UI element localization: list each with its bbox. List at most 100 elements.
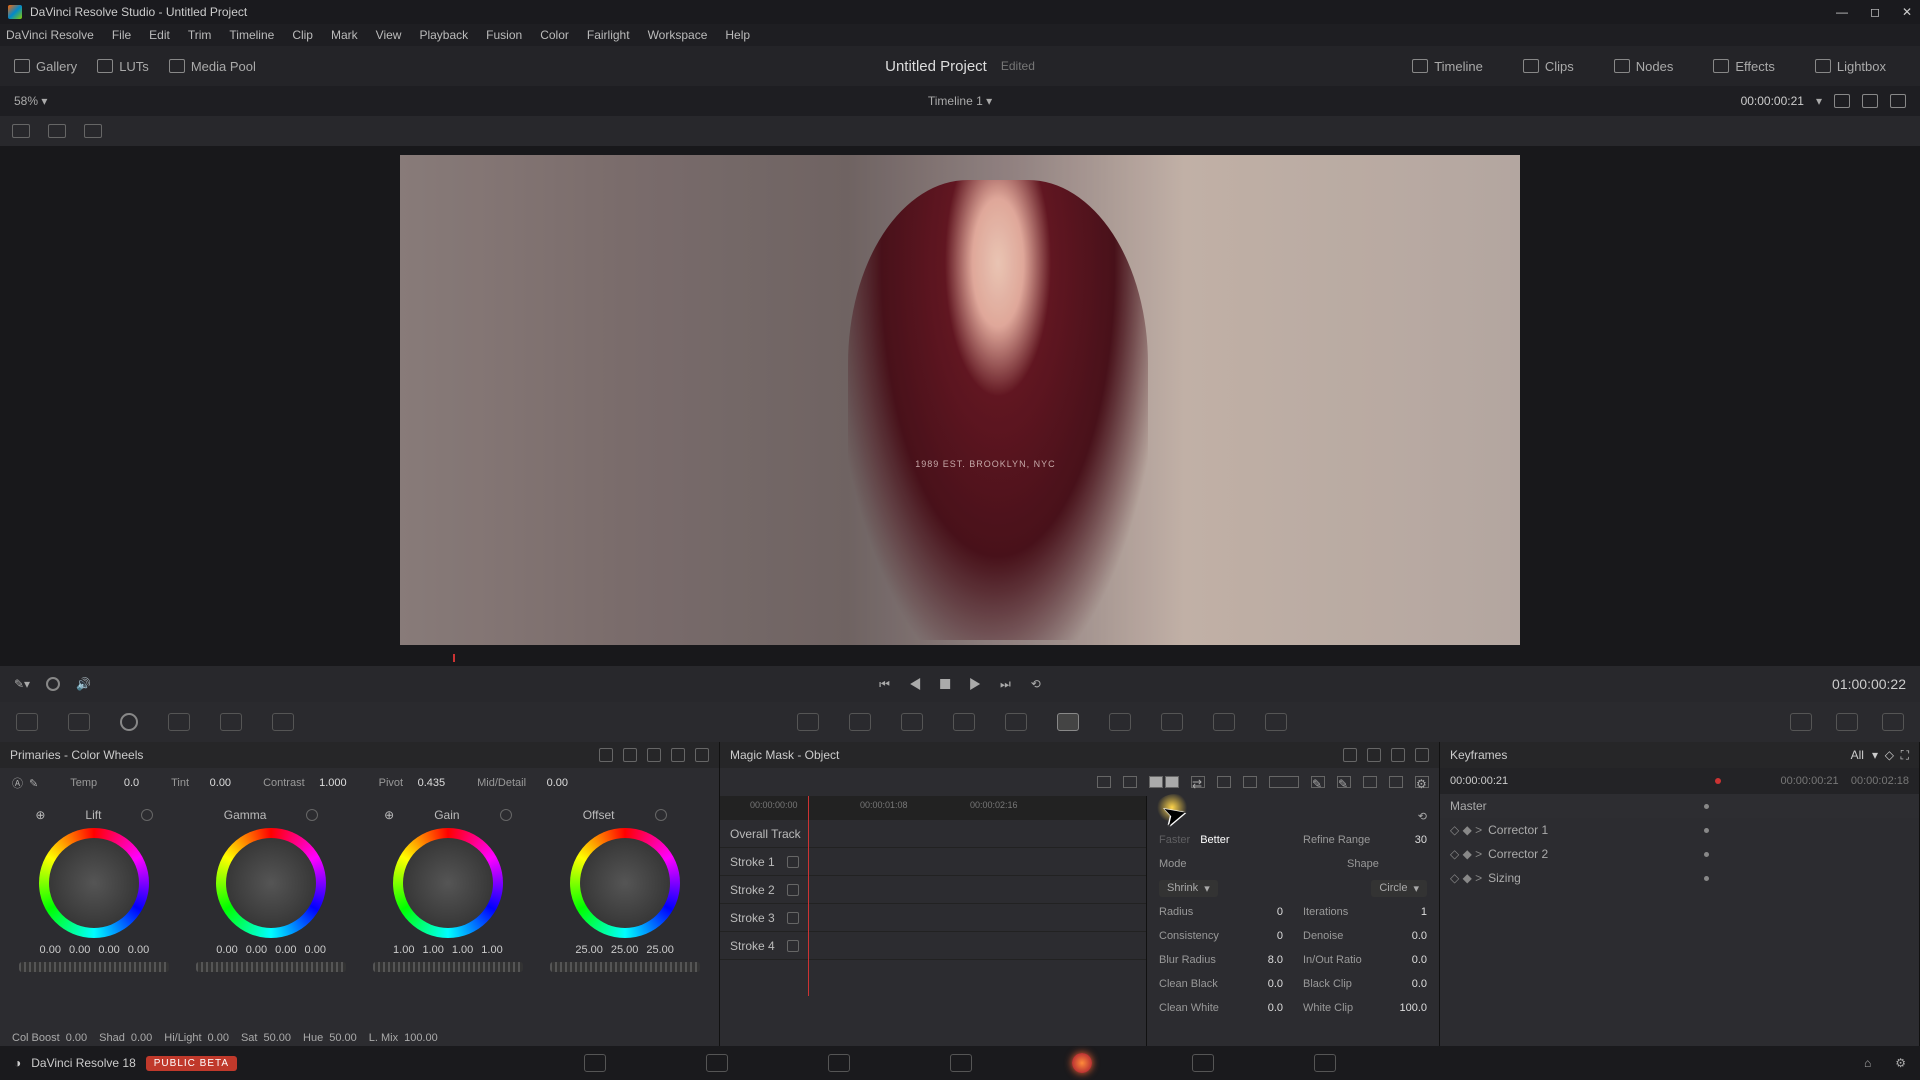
scopes-icon[interactable]	[1836, 713, 1858, 731]
link-icon[interactable]: ⊕	[35, 808, 45, 822]
chevron-down-icon[interactable]: ▾	[41, 94, 47, 108]
track-swap-icon[interactable]: ⇄	[1191, 776, 1205, 788]
reset-icon[interactable]	[1391, 748, 1405, 762]
first-frame-button[interactable]: ⏮	[879, 677, 890, 692]
contrast-value[interactable]: 1.000	[311, 777, 347, 789]
menu-dots-icon[interactable]	[695, 748, 709, 762]
zoom-dropdown[interactable]: 58%	[14, 94, 38, 108]
chevron-down-icon[interactable]: ▾	[1816, 94, 1822, 108]
track-rev-icon[interactable]	[1123, 776, 1137, 788]
viewer-timecode[interactable]: 00:00:00:21	[1741, 94, 1804, 108]
lift-wheel[interactable]	[39, 828, 149, 938]
track-stroke-1[interactable]: Stroke 1	[720, 848, 1146, 876]
gain-jog[interactable]	[373, 962, 523, 972]
rgb-palette-icon[interactable]	[220, 713, 242, 731]
settings-icon[interactable]: ⚙	[1415, 776, 1429, 788]
qualifier-palette-icon[interactable]	[68, 713, 90, 731]
stroke-add-icon[interactable]: ✎	[1311, 776, 1325, 788]
gain-wheel[interactable]	[393, 828, 503, 938]
pivot-value[interactable]: 0.435	[409, 777, 445, 789]
offset-reset-icon[interactable]	[655, 809, 667, 821]
menu-help[interactable]: Help	[725, 28, 750, 42]
keyframe-dot-icon[interactable]	[1704, 852, 1709, 857]
last-frame-button[interactable]: ⏭	[1000, 677, 1011, 692]
menu-fusion[interactable]: Fusion	[486, 28, 522, 42]
media-page-icon[interactable]	[584, 1054, 606, 1072]
trash-icon[interactable]	[787, 912, 799, 924]
warper-palette-icon[interactable]	[168, 713, 190, 731]
track-stroke-2[interactable]: Stroke 2	[720, 876, 1146, 904]
curves2-icon[interactable]	[797, 713, 819, 731]
viewer-scrubber[interactable]	[0, 654, 1920, 666]
picker-icon[interactable]: ✎	[29, 777, 38, 790]
play-button[interactable]	[970, 678, 980, 690]
trash-icon[interactable]	[787, 856, 799, 868]
menu-mark[interactable]: Mark	[331, 28, 358, 42]
menu-playback[interactable]: Playback	[419, 28, 468, 42]
kf-playhead-icon[interactable]	[1713, 777, 1721, 785]
track-fwd-icon[interactable]	[1217, 776, 1231, 788]
stop-button[interactable]	[940, 679, 950, 689]
loop-button[interactable]: ⟲	[1031, 677, 1041, 691]
track-fwd-one-icon[interactable]	[1243, 776, 1257, 788]
lift-reset-icon[interactable]	[141, 809, 153, 821]
kf-expand-icon[interactable]: ⛶	[1901, 748, 1909, 763]
gamma-reset-icon[interactable]	[306, 809, 318, 821]
trash-icon[interactable]	[787, 884, 799, 896]
highlight-icon[interactable]	[84, 124, 102, 138]
shape-select[interactable]: Circle ▾	[1371, 880, 1427, 897]
menu-davinci[interactable]: DaVinci Resolve	[6, 28, 94, 42]
offset-jog[interactable]	[550, 962, 700, 972]
blur-icon[interactable]	[1109, 713, 1131, 731]
home-icon[interactable]: ⌂	[1864, 1056, 1871, 1070]
minimize-button[interactable]: —	[1836, 5, 1848, 19]
menu-workspace[interactable]: Workspace	[648, 28, 708, 42]
qualifier2-icon[interactable]	[901, 713, 923, 731]
track-overall[interactable]: Overall Track	[720, 820, 1146, 848]
gain-reset-icon[interactable]	[500, 809, 512, 821]
track-rev-one-icon[interactable]	[1097, 776, 1111, 788]
tint-value[interactable]: 0.00	[195, 777, 231, 789]
quality-faster[interactable]: Faster	[1159, 834, 1190, 846]
3d-icon[interactable]	[1265, 713, 1287, 731]
props-reset-icon[interactable]: ⟲	[1418, 810, 1427, 823]
temp-value[interactable]: 0.0	[103, 777, 139, 789]
quality-better[interactable]: Better	[1200, 834, 1229, 846]
lift-jog[interactable]	[19, 962, 169, 972]
playhead-icon[interactable]	[453, 654, 455, 662]
menu-fairlight[interactable]: Fairlight	[587, 28, 630, 42]
curves-palette-icon[interactable]	[16, 713, 38, 731]
motion-palette-icon[interactable]	[272, 713, 294, 731]
menu-color[interactable]: Color	[540, 28, 569, 42]
kf-row-corrector-2[interactable]: ◇ ◆ >Corrector 2	[1440, 842, 1919, 866]
gamma-jog[interactable]	[196, 962, 346, 972]
trash-icon[interactable]	[787, 940, 799, 952]
key-icon[interactable]	[1161, 713, 1183, 731]
track-stroke-3[interactable]: Stroke 3	[720, 904, 1146, 932]
prev-button[interactable]	[910, 678, 920, 690]
options-icon[interactable]	[1890, 94, 1906, 108]
menu-trim[interactable]: Trim	[188, 28, 212, 42]
bars-mode-icon[interactable]	[623, 748, 637, 762]
color-page-icon[interactable]	[1072, 1053, 1092, 1073]
menu-dots-icon[interactable]	[1415, 748, 1429, 762]
clips-button[interactable]: Clips	[1523, 59, 1574, 74]
nodes-button[interactable]: Nodes	[1614, 59, 1674, 74]
menu-clip[interactable]: Clip	[292, 28, 313, 42]
link-icon[interactable]: ⊕	[384, 808, 394, 822]
fusion-page-icon[interactable]	[950, 1054, 972, 1072]
close-button[interactable]: ✕	[1902, 5, 1912, 19]
viewer-image[interactable]	[400, 155, 1520, 645]
auto-icon[interactable]: Ⓐ	[12, 775, 23, 791]
keyframe-dot-icon[interactable]	[1704, 828, 1709, 833]
gamma-wheel[interactable]	[216, 828, 326, 938]
sizing-icon[interactable]	[1213, 713, 1235, 731]
kf-row-master[interactable]: Master	[1440, 794, 1919, 818]
keyframes-all[interactable]: All	[1851, 748, 1864, 762]
chevron-down-icon[interactable]: ▾	[986, 94, 992, 108]
menu-edit[interactable]: Edit	[149, 28, 170, 42]
kf-row-sizing[interactable]: ◇ ◆ >Sizing	[1440, 866, 1919, 890]
kf-row-corrector-1[interactable]: ◇ ◆ >Corrector 1	[1440, 818, 1919, 842]
keyframe-dot-icon[interactable]	[1704, 876, 1709, 881]
offset-wheel[interactable]	[570, 828, 680, 938]
